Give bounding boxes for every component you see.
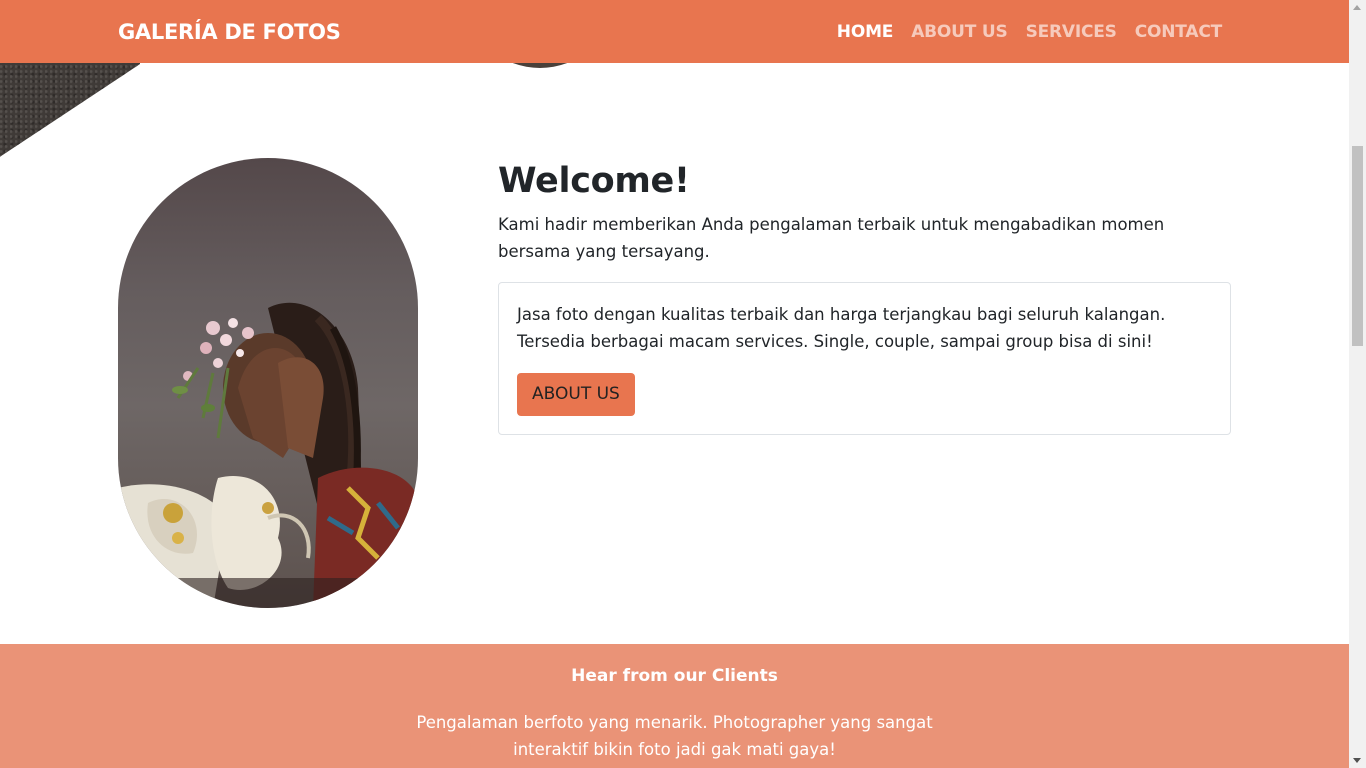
- scroll-up-arrow-icon[interactable]: [1353, 5, 1361, 10]
- nav-link-contact[interactable]: CONTACT: [1135, 22, 1222, 42]
- services-card-text: Jasa foto dengan kualitas terbaik dan ha…: [517, 305, 1166, 351]
- services-card: Jasa foto dengan kualitas terbaik dan ha…: [498, 282, 1231, 435]
- clients-section: Hear from our Clients Pengalaman berfoto…: [0, 644, 1349, 768]
- navbar: GALERÍA DE FOTOS HOME ABOUT US SERVICES …: [0, 0, 1349, 63]
- nav-links: HOME ABOUT US SERVICES CONTACT: [837, 22, 1222, 42]
- hero-photo-illustration: [118, 302, 418, 608]
- welcome-lead-text: Kami hadir memberikan Anda pengalaman te…: [498, 215, 1165, 261]
- brand-logo[interactable]: GALERÍA DE FOTOS: [118, 20, 341, 44]
- welcome-title: Welcome!: [498, 161, 690, 201]
- nav-link-home[interactable]: HOME: [837, 22, 894, 42]
- hero-photo: [118, 158, 418, 608]
- vertical-scrollbar[interactable]: [1349, 0, 1366, 768]
- scrollbar-thumb[interactable]: [1352, 146, 1363, 346]
- welcome-section: Welcome! Kami hadir memberikan Anda peng…: [498, 160, 1231, 265]
- clients-heading: Hear from our Clients: [571, 666, 778, 686]
- about-us-button[interactable]: ABOUT US: [517, 373, 635, 416]
- client-testimonial-quote: Pengalaman berfoto yang menarik. Photogr…: [416, 713, 933, 759]
- page: GALERÍA DE FOTOS HOME ABOUT US SERVICES …: [0, 0, 1349, 768]
- scroll-down-arrow-icon[interactable]: [1353, 758, 1361, 763]
- nav-link-services[interactable]: SERVICES: [1026, 22, 1117, 42]
- nav-link-about-us[interactable]: ABOUT US: [911, 22, 1008, 42]
